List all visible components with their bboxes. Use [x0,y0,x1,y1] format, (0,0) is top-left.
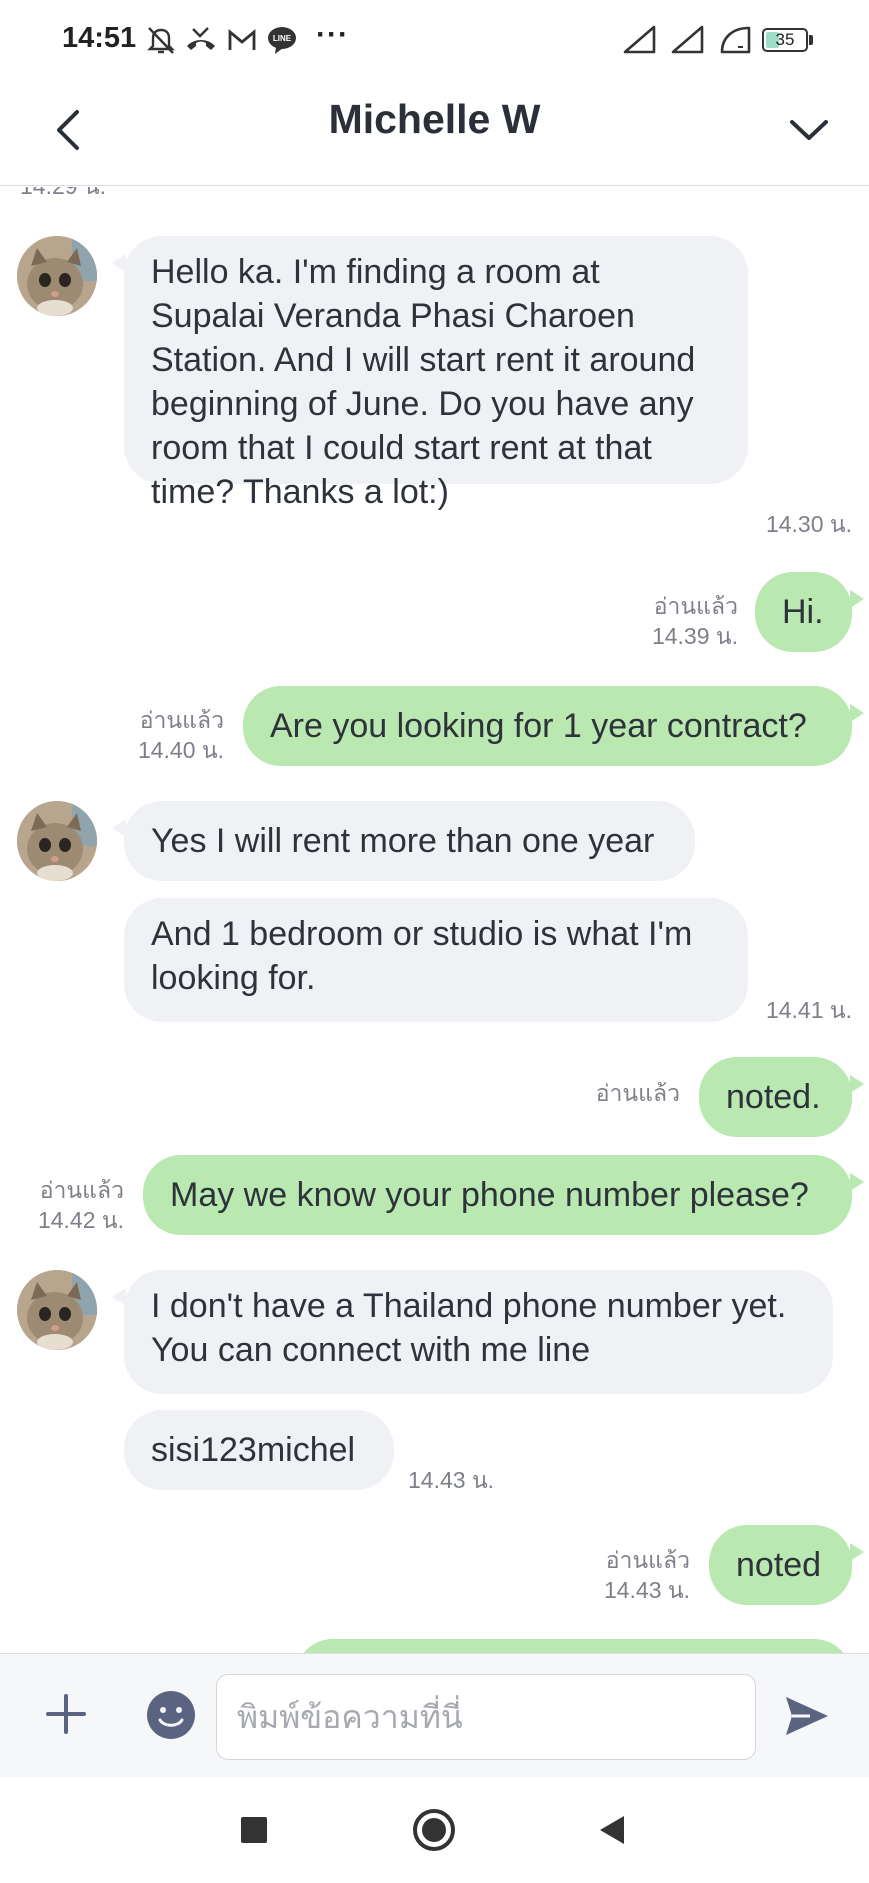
chevron-down-icon [790,120,828,140]
cat-avatar-image [17,1270,97,1350]
message-time: 14.39 น. [651,623,738,649]
message-bubble-partial[interactable] [295,1639,852,1653]
read-receipt: อ่านแล้ว [139,707,224,733]
signal-icon [623,25,656,54]
system-nav-bar [0,1777,869,1883]
cat-avatar-image [17,236,97,316]
message-bubble-incoming[interactable]: sisi123michel [124,1410,394,1490]
message-time: 14.42 น. [37,1207,124,1233]
message-bubble-outgoing[interactable]: Hi. [755,572,864,652]
read-receipt: อ่านแล้ว [653,593,738,619]
chat-messages[interactable]: 14.29 น. Hello ka. I'm finding a room at… [0,187,869,1653]
battery-level: 35 [775,30,795,49]
signal-icon [671,25,704,54]
svg-text:LINE: LINE [273,34,292,43]
message-bubble-incoming[interactable]: I don't have a Thailand phone number yet… [112,1270,833,1394]
message-time: 14.43 น. [603,1577,690,1603]
missed-call-icon [187,27,215,50]
mute-bell-icon [147,27,175,54]
chat-header: Michelle W [0,80,869,186]
message-bubble-incoming[interactable]: And 1 bedroom or studio is what I'm look… [124,898,748,1022]
avatar[interactable] [17,801,97,881]
message-bubble-outgoing[interactable]: noted [709,1525,864,1605]
message-input[interactable] [216,1674,756,1760]
home-circle-icon [413,1809,455,1851]
message-bubble-outgoing[interactable]: noted. [699,1057,864,1137]
recents-button[interactable] [227,1803,281,1857]
plus-icon [46,1694,86,1734]
back-nav-button[interactable] [585,1803,639,1857]
message-time: 14.30 น. [765,511,852,537]
recents-square-icon [241,1817,267,1843]
send-button[interactable] [778,1687,836,1745]
home-button[interactable] [407,1803,461,1857]
message-bubble-incoming[interactable]: Yes I will rent more than one year [112,801,695,881]
message-time: 14.43 น. [408,1467,495,1493]
message-bubble-incoming[interactable]: Hello ka. I'm finding a room at Supalai … [112,236,748,511]
gmail-icon [228,29,256,50]
add-attachment-button[interactable] [36,1684,96,1744]
message-bubble-outgoing[interactable]: Are you looking for 1 year contract? [243,686,864,766]
menu-toggle-button[interactable] [779,100,839,160]
read-receipt: อ่านแล้ว [605,1547,690,1573]
message-input-bar [0,1653,869,1777]
message-time: 14.40 น. [137,737,224,763]
avatar[interactable] [17,1270,97,1350]
message-bubble-outgoing[interactable]: May we know your phone number please? [143,1155,864,1235]
more-notifications-icon: ··· [316,18,349,51]
wifi-icon [720,26,751,54]
back-triangle-icon [600,1816,624,1844]
status-time: 14:51 [62,22,137,54]
emoji-button[interactable] [143,1687,199,1743]
status-bar: 14:51 LINE ··· 35 [0,0,869,80]
battery-indicator: 35 [762,28,808,52]
battery-nub [809,35,813,45]
read-receipt: อ่านแล้ว [595,1080,680,1106]
cat-avatar-image [17,801,97,881]
page-title[interactable]: Michelle W [0,96,869,143]
send-icon [786,1697,828,1735]
message-time: 14.41 น. [765,997,852,1023]
emoji-icon [147,1691,195,1739]
read-receipt: อ่านแล้ว [39,1177,124,1203]
line-icon: LINE [268,27,296,54]
message-time: 14.29 น. [20,187,106,201]
avatar[interactable] [17,236,97,316]
